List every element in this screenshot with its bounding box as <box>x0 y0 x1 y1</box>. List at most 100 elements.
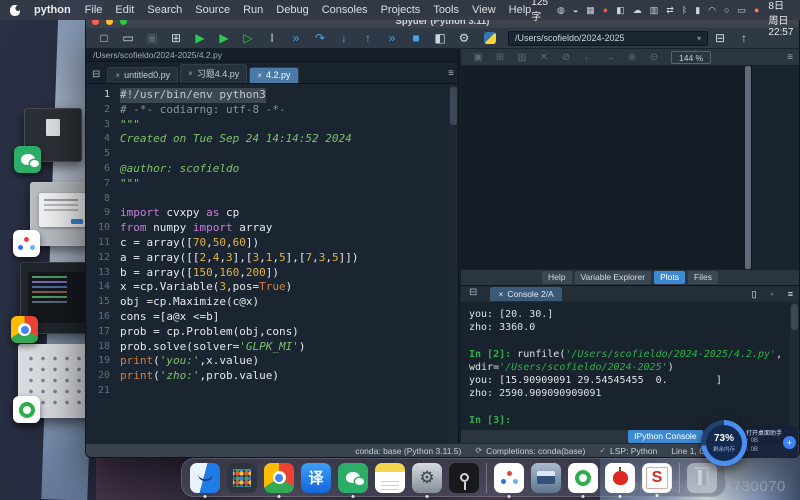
save-all-icon[interactable]: ⊞ <box>164 32 188 44</box>
code-line-5[interactable]: 5 <box>86 147 448 162</box>
menu-item-tools[interactable]: Tools <box>433 4 459 16</box>
display-icon[interactable]: ▭ <box>737 6 746 15</box>
continue-icon[interactable]: » <box>380 32 404 44</box>
pane-tab-plots[interactable]: Plots <box>654 271 685 284</box>
new-file-icon[interactable]: □ <box>92 32 116 44</box>
dock-icon-notes[interactable] <box>375 463 405 493</box>
menu-item-edit[interactable]: Edit <box>115 4 134 16</box>
menu-item-view[interactable]: View <box>472 4 496 16</box>
code-editor[interactable]: 1#!/usr/bin/env python32# -*- codiarng: … <box>86 84 458 443</box>
menu-item-run[interactable]: Run <box>243 4 263 16</box>
code-line-15[interactable]: 15obj =cp.Maximize(c@x) <box>86 295 448 310</box>
step-over-icon[interactable]: ↷ <box>308 32 332 44</box>
circle-icon[interactable]: ◍ <box>557 6 565 15</box>
console-options-menu-icon[interactable]: ≡ <box>788 289 793 299</box>
zoom-in-icon[interactable]: ⊕ <box>621 52 643 63</box>
menu-item-consoles[interactable]: Consoles <box>322 4 368 16</box>
dock-icon-chrome[interactable] <box>264 463 294 493</box>
remove-all-plots-icon[interactable]: ⊘ <box>555 52 577 63</box>
menu-item-projects[interactable]: Projects <box>381 4 421 16</box>
stop-icon[interactable]: ■ <box>404 32 428 44</box>
desktop-helper-panel[interactable]: 打开桌面助手 ↑ 0B ↓ 0B + <box>742 426 798 458</box>
code-line-13[interactable]: 13b = array([150,160,200]) <box>86 266 448 281</box>
memory-monitor-widget[interactable]: 73% 剩余内存 <box>701 420 747 466</box>
battery-icon[interactable]: ▮ <box>695 6 700 15</box>
remove-plot-icon[interactable]: ✕ <box>533 52 555 63</box>
code-line-6[interactable]: 6@author: scofieldo <box>86 162 448 177</box>
completions-status[interactable]: ⟳Completions: conda(base) <box>475 446 585 456</box>
code-line-3[interactable]: 3""" <box>86 118 448 133</box>
run-cell-icon[interactable]: ▶ <box>212 32 236 44</box>
close-tab-icon[interactable]: × <box>257 71 262 80</box>
code-line-16[interactable]: 16cons =[a@x <=b] <box>86 310 448 325</box>
previous-plot-icon[interactable]: ← <box>577 52 599 63</box>
dock-icon-redapple[interactable] <box>605 463 635 493</box>
code-line-11[interactable]: 11c = array([70,50,60]) <box>86 236 448 251</box>
save-plot-icon[interactable]: ▣ <box>467 52 489 63</box>
plots-zoom-level[interactable]: 144 % <box>671 51 711 64</box>
close-tab-icon[interactable]: × <box>188 69 193 78</box>
run-cell-advance-icon[interactable]: ▷ <box>236 32 260 44</box>
cloud-icon[interactable]: ☁ <box>633 6 642 15</box>
pane-tab-files[interactable]: Files <box>688 271 718 284</box>
code-line-18[interactable]: 18prob.solve(solver='GLPK_MI') <box>86 340 448 355</box>
editor-tab-习题4.4.py[interactable]: ×习题4.4.py <box>180 64 247 83</box>
menu-item-search[interactable]: Search <box>147 4 182 16</box>
next-plot-icon[interactable]: → <box>599 52 621 63</box>
close-icon[interactable]: × <box>498 289 503 299</box>
editor-scrollbar[interactable] <box>449 84 458 443</box>
plots-options-menu-icon[interactable]: ≡ <box>787 52 793 63</box>
dock-icon-sunlogin[interactable] <box>494 463 524 493</box>
code-line-14[interactable]: 14x =cp.Variable(3,pos=True) <box>86 280 448 295</box>
record-icon[interactable]: ● <box>603 6 608 15</box>
shapes-icon[interactable]: ◧ <box>616 6 625 15</box>
step-out-icon[interactable]: ↑ <box>356 32 380 44</box>
pane-tab-help[interactable]: Help <box>542 271 571 284</box>
dock-icon-screenshot[interactable] <box>531 463 561 493</box>
code-line-21[interactable]: 21 <box>86 384 448 399</box>
code-line-2[interactable]: 2# -*- codiarng: utf-8 -*- <box>86 103 448 118</box>
dock-icon-launchpad[interactable] <box>227 463 257 493</box>
dock-icon-finder[interactable] <box>190 463 220 493</box>
dock-icon-greenring[interactable] <box>568 463 598 493</box>
active-app-name[interactable]: python <box>34 4 71 16</box>
lsp-status[interactable]: ✓LSP: Python <box>599 446 657 456</box>
status-dot-icon[interactable]: ● <box>754 6 759 15</box>
apple-logo-icon[interactable] <box>10 5 20 16</box>
wechat-badge-icon[interactable] <box>14 146 41 173</box>
bottom-tab-ipython-console[interactable]: IPython Console <box>628 430 702 443</box>
console-tab[interactable]: × Console 2/A <box>490 287 561 301</box>
editor-tab-untitled0.py[interactable]: ×untitled0.py <box>107 67 178 83</box>
code-line-17[interactable]: 17prob = cp.Problem(obj,cons) <box>86 325 448 340</box>
open-file-icon[interactable]: ▭ <box>116 32 140 44</box>
zoom-out-icon[interactable]: ⊖ <box>643 52 665 63</box>
menu-datetime[interactable]: 12月8日 周日 22:57 <box>768 0 793 38</box>
dock-icon-wechat[interactable] <box>338 463 368 493</box>
new-console-icon[interactable]: ▯ <box>752 289 757 300</box>
sunlogin-badge-icon[interactable] <box>13 230 40 257</box>
browse-tabs-icon[interactable]: ⊟ <box>92 69 100 80</box>
interrupt-kernel-icon[interactable]: ▪ <box>771 289 774 299</box>
menu-item-debug[interactable]: Debug <box>276 4 308 16</box>
ipython-console[interactable]: you: [20. 30.]zho: 3360.0 In [2]: runfil… <box>461 302 799 429</box>
code-line-19[interactable]: 19print('you:',x.value) <box>86 354 448 369</box>
editor-options-menu-icon[interactable]: ≡ <box>448 68 454 79</box>
code-line-8[interactable]: 8 <box>86 192 448 207</box>
wifi-icon[interactable]: ◠ <box>708 6 716 15</box>
dock-icon-keychain[interactable] <box>449 463 479 493</box>
mirror-icon[interactable]: ⇄ <box>666 6 674 15</box>
preferences-icon[interactable]: ⚙ <box>452 32 476 44</box>
helper-plus-button[interactable]: + <box>783 436 796 449</box>
run-selection-icon[interactable]: I <box>260 32 284 44</box>
search-icon[interactable]: ○ <box>724 6 729 15</box>
code-line-9[interactable]: 9import cvxpy as cp <box>86 206 448 221</box>
chrome-badge-icon[interactable] <box>11 316 38 343</box>
bluetooth-icon[interactable]: ᛒ <box>682 6 687 15</box>
conda-env-status[interactable]: conda: base (Python 3.11.5) <box>355 446 461 456</box>
debug-file-icon[interactable]: » <box>284 32 308 44</box>
keyboard-icon[interactable]: ▦ <box>586 6 595 15</box>
run-icon[interactable]: ▶ <box>188 32 212 44</box>
menu-item-source[interactable]: Source <box>195 4 230 16</box>
dock-icon-translate[interactable]: 译 <box>301 463 331 493</box>
plots-canvas[interactable] <box>461 66 799 269</box>
